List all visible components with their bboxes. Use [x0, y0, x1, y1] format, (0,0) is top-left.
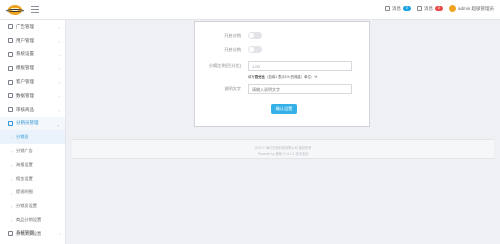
doc-icon: [8, 107, 13, 113]
chevron-right-icon: ›: [11, 218, 13, 224]
sidebar-item-customers[interactable]: 客户管理 ›: [0, 75, 65, 89]
top-item-label: 消息: [391, 5, 401, 11]
sidebar-item-label: 客户管理: [16, 79, 34, 85]
confirm-settings-button[interactable]: 确认设置: [271, 104, 297, 114]
sidebar-item-label: 用户管理: [16, 37, 34, 43]
sidebar: 广告管理 › 用户管理 › 系统设置 › 模板管理 › 客户管理 › 数据管理 …: [0, 20, 66, 244]
user-icon: [8, 38, 13, 44]
sidebar-sub-distributor[interactable]: › 分销员: [0, 130, 65, 145]
sidebar-sub-product-settings[interactable]: › 商品分销设置: [0, 213, 65, 227]
avatar: [448, 5, 456, 12]
chevron-right-icon: ›: [11, 135, 13, 141]
sidebar-sub-label: 海报设置: [16, 161, 33, 167]
sidebar-item-data[interactable]: 数据管理 ›: [0, 89, 65, 103]
sidebar-item-distribution[interactable]: 分销员管理 ⌄: [0, 116, 65, 131]
sidebar-item-label: 分销员管理: [16, 120, 39, 126]
share-icon: [8, 120, 13, 126]
footer: 2019 © 海口在线科技有限公司 版权所有 Powered by 基础 © v…: [72, 139, 494, 159]
user-label: admin 超级管理员: [457, 5, 494, 11]
sidebar-sub-distributor-settings[interactable]: › 分销员设置: [0, 199, 65, 213]
commission-rate-label: 分佣比例(百分比): [208, 63, 241, 68]
gear-icon: [8, 51, 13, 57]
menu-toggle-icon[interactable]: [31, 6, 39, 13]
enable-distribution-toggle-2[interactable]: [248, 46, 262, 53]
sidebar-item-label: 模板管理: [16, 65, 34, 71]
sidebar-item-label: 广告管理: [16, 23, 34, 29]
top-item-label: 消息: [423, 5, 433, 11]
sidebar-item-label: 系统设置: [16, 51, 34, 57]
bell-icon: [416, 6, 422, 11]
planet-logo-icon[interactable]: [6, 2, 24, 17]
sidebar-sub-label: 分销广告: [16, 148, 33, 154]
sidebar-item-users[interactable]: 用户管理 ›: [0, 34, 65, 48]
person-icon: [8, 79, 13, 85]
chevron-right-icon: ›: [58, 80, 60, 86]
sidebar-item-review[interactable]: 审核商品 ›: [0, 103, 65, 117]
distribution-settings-card: 开启分销 开启分销 分佣比例(百分比) 填写百分比（如填1 表示1% 的佣金）单…: [194, 21, 370, 127]
sidebar-sub-label: 佣金设置: [16, 175, 33, 181]
sidebar-item-ads[interactable]: 广告管理 ›: [0, 20, 65, 34]
message-badge: 0: [402, 6, 411, 11]
sidebar-sub-poster[interactable]: › 海报设置: [0, 158, 65, 172]
sidebar-item-system[interactable]: 系统设置 ›: [0, 48, 65, 62]
sidebar-sub-withdraw[interactable]: › 提现明细: [0, 186, 65, 200]
message-icon: [384, 6, 390, 11]
chevron-right-icon: ›: [58, 66, 60, 72]
toggle-row-2: 开启分销: [195, 45, 371, 55]
top-bar: 消息 0 消息 0 admin 超级管理员: [0, 0, 500, 20]
sidebar-sub-label: 分销员: [16, 134, 29, 140]
sidebar-item-label: 审核商品: [16, 106, 34, 112]
top-item-notifications[interactable]: 消息 0: [416, 5, 443, 12]
chevron-right-icon: ›: [58, 52, 60, 58]
sidebar-sub-label: 分销员设置: [16, 203, 37, 209]
input-row-2: 说明文字: [195, 84, 371, 94]
edit-icon: [8, 65, 13, 71]
footer-copyright: 2019 © 海口在线科技有限公司 版权所有: [254, 146, 312, 150]
sidebar-item-label: 数据管理: [16, 92, 34, 98]
commission-hint: 填写百分比（如填1 表示1% 的佣金）单位：%: [248, 74, 317, 79]
top-item-messages[interactable]: 消息 0: [384, 5, 411, 12]
sidebar-item-system-admin[interactable]: 系统管理 ›: [0, 226, 66, 240]
user-menu[interactable]: admin 超级管理员: [448, 5, 494, 12]
sidebar-item-templates[interactable]: 模板管理 ›: [0, 61, 65, 75]
chevron-right-icon: ›: [58, 107, 60, 113]
chevron-right-icon: ›: [58, 38, 60, 44]
chevron-right-icon: ›: [58, 25, 60, 30]
commission-rate-input[interactable]: [248, 61, 352, 71]
settings-icon: [8, 230, 13, 236]
toggle-row-1: 开启分销: [195, 31, 371, 41]
description-input[interactable]: [248, 84, 352, 94]
top-right-actions: 消息 0 消息 0 admin 超级管理员: [384, 5, 494, 12]
input-row-1: 分佣比例(百分比): [195, 61, 371, 71]
chevron-right-icon: ›: [11, 176, 13, 182]
chevron-right-icon: ›: [11, 162, 13, 168]
chart-icon: [8, 93, 13, 99]
chevron-right-icon: ›: [59, 231, 61, 237]
sidebar-item-label: 系统管理: [16, 230, 34, 236]
chevron-right-icon: ›: [11, 149, 13, 155]
sidebar-sub-label: 商品分销设置: [16, 217, 42, 223]
chevron-down-icon: ⌄: [56, 121, 60, 127]
footer-powered-by: Powered by 基础 © v1.0.1 技术支持: [257, 152, 309, 156]
sidebar-sub-label: 提现明细: [16, 189, 33, 195]
toggle-1-label: 开启分销: [224, 33, 241, 38]
toggle-2-label: 开启分销: [224, 47, 241, 52]
sidebar-sub-ads[interactable]: › 分销广告: [0, 144, 65, 158]
grid-icon: [8, 24, 13, 30]
hint-suffix: （如填1 表示1% 的佣金）单位：%: [264, 75, 318, 79]
enable-distribution-toggle[interactable]: [248, 32, 262, 39]
chevron-right-icon: ›: [11, 204, 13, 210]
chevron-right-icon: ›: [58, 93, 60, 99]
chevron-right-icon: ›: [11, 190, 13, 196]
description-label: 说明文字: [224, 86, 241, 91]
notification-badge: 0: [434, 6, 443, 11]
hint-prefix: 填写: [248, 75, 255, 79]
hint-bold: 百分比: [254, 75, 265, 79]
sidebar-sub-commission[interactable]: › 佣金设置: [0, 172, 65, 186]
